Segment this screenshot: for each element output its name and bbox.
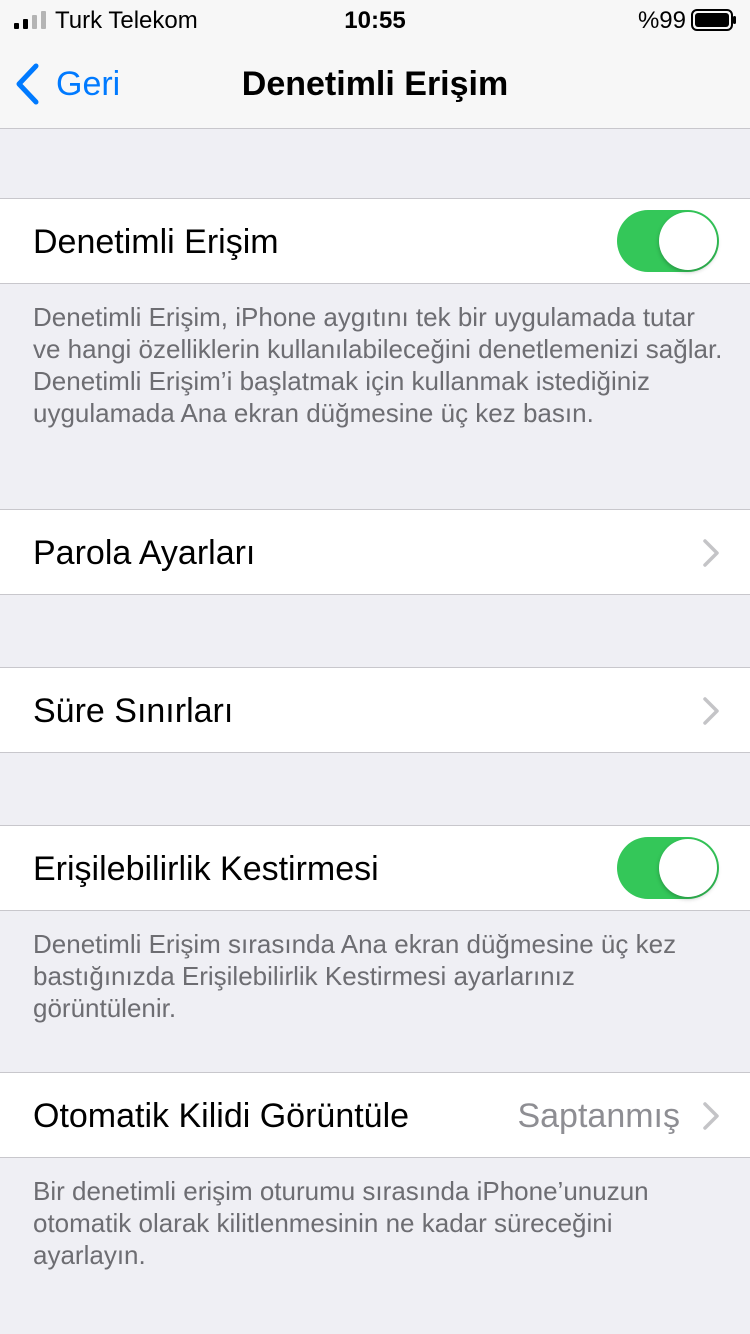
auto-lock-value: Saptanmış bbox=[517, 1097, 680, 1135]
page-title: Denetimli Erişim bbox=[241, 65, 509, 103]
passcode-settings-label: Parola Ayarları bbox=[33, 534, 256, 572]
chevron-right-icon bbox=[703, 697, 719, 725]
auto-lock-cell[interactable]: Otomatik Kilidi Görüntüle Saptanmış bbox=[0, 1072, 750, 1158]
auto-lock-footer: Bir denetimli erişim oturumu sırasında i… bbox=[33, 1176, 649, 1270]
guided-access-cell: Denetimli Erişim bbox=[0, 198, 750, 284]
battery-icon bbox=[691, 9, 736, 31]
toggle-knob bbox=[659, 839, 717, 897]
passcode-settings-cell[interactable]: Parola Ayarları bbox=[0, 509, 750, 595]
accessibility-shortcut-label: Erişilebilirlik Kestirmesi bbox=[33, 850, 379, 888]
time-limits-label: Süre Sınırları bbox=[33, 692, 234, 730]
time-limits-cell[interactable]: Süre Sınırları bbox=[0, 667, 750, 753]
accessibility-shortcut-cell: Erişilebilirlik Kestirmesi bbox=[0, 825, 750, 911]
accessibility-shortcut-toggle[interactable] bbox=[617, 837, 719, 899]
chevron-right-icon bbox=[703, 539, 719, 567]
toggle-knob bbox=[659, 212, 717, 270]
chevron-right-icon bbox=[703, 1102, 719, 1130]
guided-access-footer: Denetimli Erişim, iPhone aygıtını tek bi… bbox=[33, 302, 723, 428]
guided-access-label: Denetimli Erişim bbox=[33, 223, 279, 261]
auto-lock-label: Otomatik Kilidi Görüntüle bbox=[33, 1097, 410, 1135]
accessibility-shortcut-footer: Denetimli Erişim sırasında Ana ekran düğ… bbox=[33, 929, 677, 1023]
status-bar: Turk Telekom 10:55 %99 bbox=[0, 0, 750, 40]
navigation-bar: Geri Denetimli Erişim bbox=[0, 40, 750, 129]
guided-access-toggle[interactable] bbox=[617, 210, 719, 272]
battery-percent: %99 bbox=[637, 7, 686, 34]
